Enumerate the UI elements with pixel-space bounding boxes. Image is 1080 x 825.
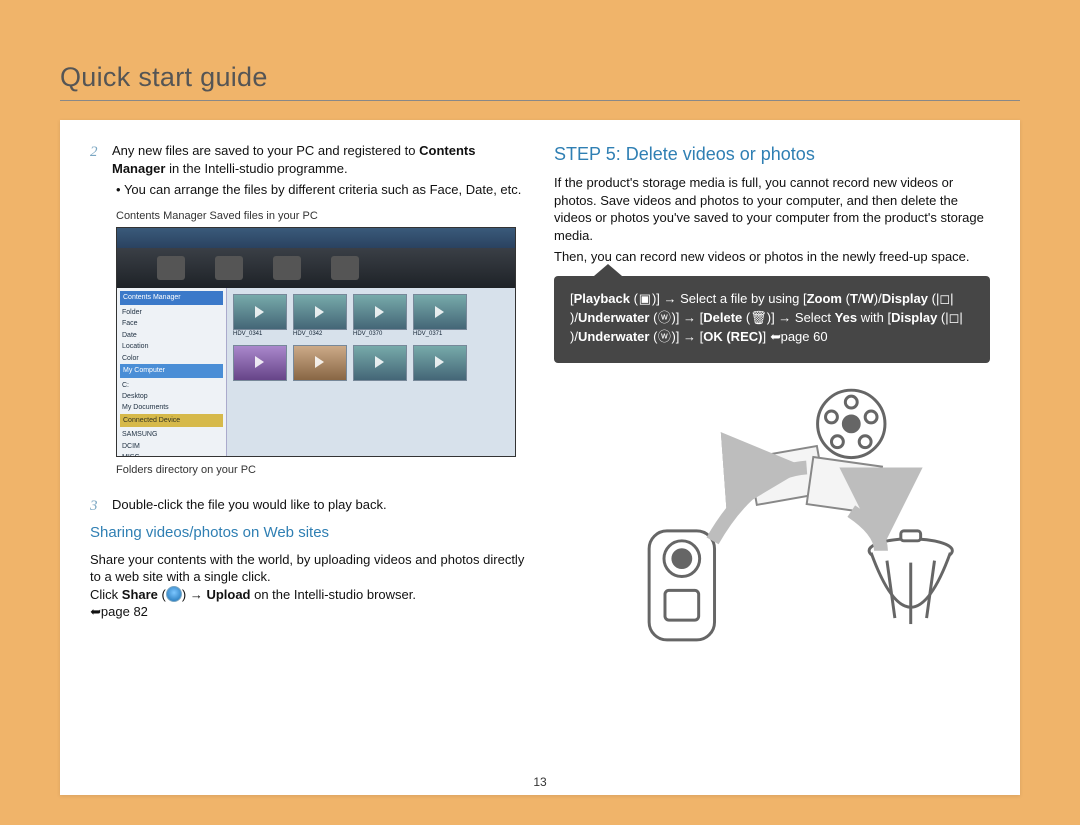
step-number: 2: [90, 142, 102, 177]
ss-row: SAMSUNG: [120, 429, 223, 440]
item2-pre: Any new files are saved to your PC and r…: [112, 143, 419, 158]
thumb-label: HDV_0341: [233, 330, 287, 338]
playback-icon: ▣: [638, 290, 652, 309]
arrow-icon: →: [778, 310, 791, 325]
pageref-arrow-icon: ➥: [90, 603, 101, 621]
ss-row: Color: [120, 353, 223, 364]
txt: )]: [671, 329, 683, 344]
arrow-icon: →: [190, 587, 203, 602]
ss-row: C:: [120, 380, 223, 391]
item2-bullet: You can arrange the files by different c…: [116, 181, 526, 199]
thumb-label: HDV_0370: [353, 330, 407, 338]
share-icon: [166, 586, 182, 602]
txt: Select a file by using [: [677, 291, 807, 306]
txt: (: [649, 310, 657, 325]
ss-heading: Contents Manager: [120, 291, 223, 304]
underwater-icon: ⓦ: [657, 328, 671, 347]
share-bold: Share: [122, 587, 158, 602]
screenshot-thumbs: HDV_0341 HDV_0342 HDV_0370 HDV_0371: [227, 288, 515, 457]
txt: )]: [767, 310, 779, 325]
document-page: 2 Any new files are saved to your PC and…: [60, 120, 1020, 795]
playback-bold: Playback: [574, 291, 630, 306]
txt: Click: [90, 587, 122, 602]
w-bold: W: [862, 291, 874, 306]
txt: (: [937, 310, 945, 325]
txt: (: [630, 291, 638, 306]
txt: )]: [652, 291, 664, 306]
right-column: STEP 5: Delete videos or photos If the p…: [554, 142, 990, 785]
item3-text: Double-click the file you would like to …: [112, 496, 387, 516]
title-rule: [60, 100, 1020, 101]
txt: (: [158, 587, 166, 602]
display-icon: |◻|: [945, 309, 963, 328]
pageref: page 82: [101, 604, 148, 619]
txt: Select: [791, 310, 834, 325]
ss-heading: My Computer: [120, 364, 223, 377]
left-column: 2 Any new files are saved to your PC and…: [90, 142, 526, 785]
txt: (: [842, 291, 850, 306]
txt: )/: [570, 310, 578, 325]
thumb-label: HDV_0342: [293, 330, 347, 338]
delete-illustration: [554, 381, 990, 661]
step5-p1: If the product's storage media is full, …: [554, 174, 990, 244]
txt: with: [857, 310, 884, 325]
ss-row: My Documents: [120, 402, 223, 413]
intelli-studio-screenshot: Contents Manager Folder Face Date Locati…: [116, 227, 516, 457]
txt: (: [649, 329, 657, 344]
sharing-p2: Click Share () → Upload on the Intelli-s…: [90, 586, 526, 621]
pageref: page 60: [781, 329, 828, 344]
item2-text: Any new files are saved to your PC and r…: [112, 142, 526, 177]
okrec-bold: OK (REC): [703, 329, 762, 344]
list-item-3: 3 Double-click the file you would like t…: [90, 496, 526, 516]
txt: )/: [874, 291, 882, 306]
ss-row: DCIM: [120, 441, 223, 452]
txt: ]: [762, 329, 769, 344]
arrow-icon: →: [683, 310, 696, 325]
caption-top: Contents Manager Saved files in your PC: [116, 209, 526, 224]
item2-post: in the Intelli-studio programme.: [165, 161, 347, 176]
arrow-icon: →: [683, 329, 696, 344]
delete-icon: 🗑: [750, 309, 767, 328]
txt: )/: [570, 329, 578, 344]
zoom-bold: Zoom: [807, 291, 842, 306]
arrow-icon: →: [664, 291, 677, 306]
display-icon: |◻|: [936, 290, 954, 309]
list-item-2: 2 Any new files are saved to your PC and…: [90, 142, 526, 177]
underwater-bold: Underwater: [578, 310, 650, 325]
thumb-label: HDV_0371: [413, 330, 467, 338]
ss-row: Date: [120, 330, 223, 341]
ss-row: Face: [120, 318, 223, 329]
underwater-bold: Underwater: [578, 329, 650, 344]
display-bold: Display: [882, 291, 928, 306]
ss-heading: Connected Device: [120, 414, 223, 427]
txt: )]: [671, 310, 683, 325]
step5-heading: STEP 5: Delete videos or photos: [554, 142, 990, 166]
caption-bottom: Folders directory on your PC: [116, 463, 526, 478]
display-bold: Display: [891, 310, 937, 325]
page-number: 13: [60, 775, 1020, 789]
delete-bold: Delete: [703, 310, 742, 325]
upload-bold: Upload: [203, 587, 251, 602]
ss-row: MISC: [120, 452, 223, 457]
page-title: Quick start guide: [60, 62, 268, 93]
yes-bold: Yes: [835, 310, 857, 325]
t-bold: T: [850, 291, 858, 306]
underwater-icon: ⓦ: [657, 309, 671, 328]
txt: on the Intelli-studio browser.: [251, 587, 416, 602]
pageref-arrow-icon: ➥: [770, 328, 781, 347]
sharing-p1: Share your contents with the world, by u…: [90, 551, 526, 586]
step-number: 3: [90, 496, 102, 516]
procedure-callout: [Playback (▣)] → Select a file by using …: [554, 276, 990, 363]
sharing-heading: Sharing videos/photos on Web sites: [90, 523, 526, 543]
txt: (: [742, 310, 750, 325]
ss-row: Location: [120, 341, 223, 352]
txt: ): [182, 587, 190, 602]
ss-row: Folder: [120, 307, 223, 318]
ss-row: Desktop: [120, 391, 223, 402]
screenshot-sidebar: Contents Manager Folder Face Date Locati…: [117, 288, 227, 457]
